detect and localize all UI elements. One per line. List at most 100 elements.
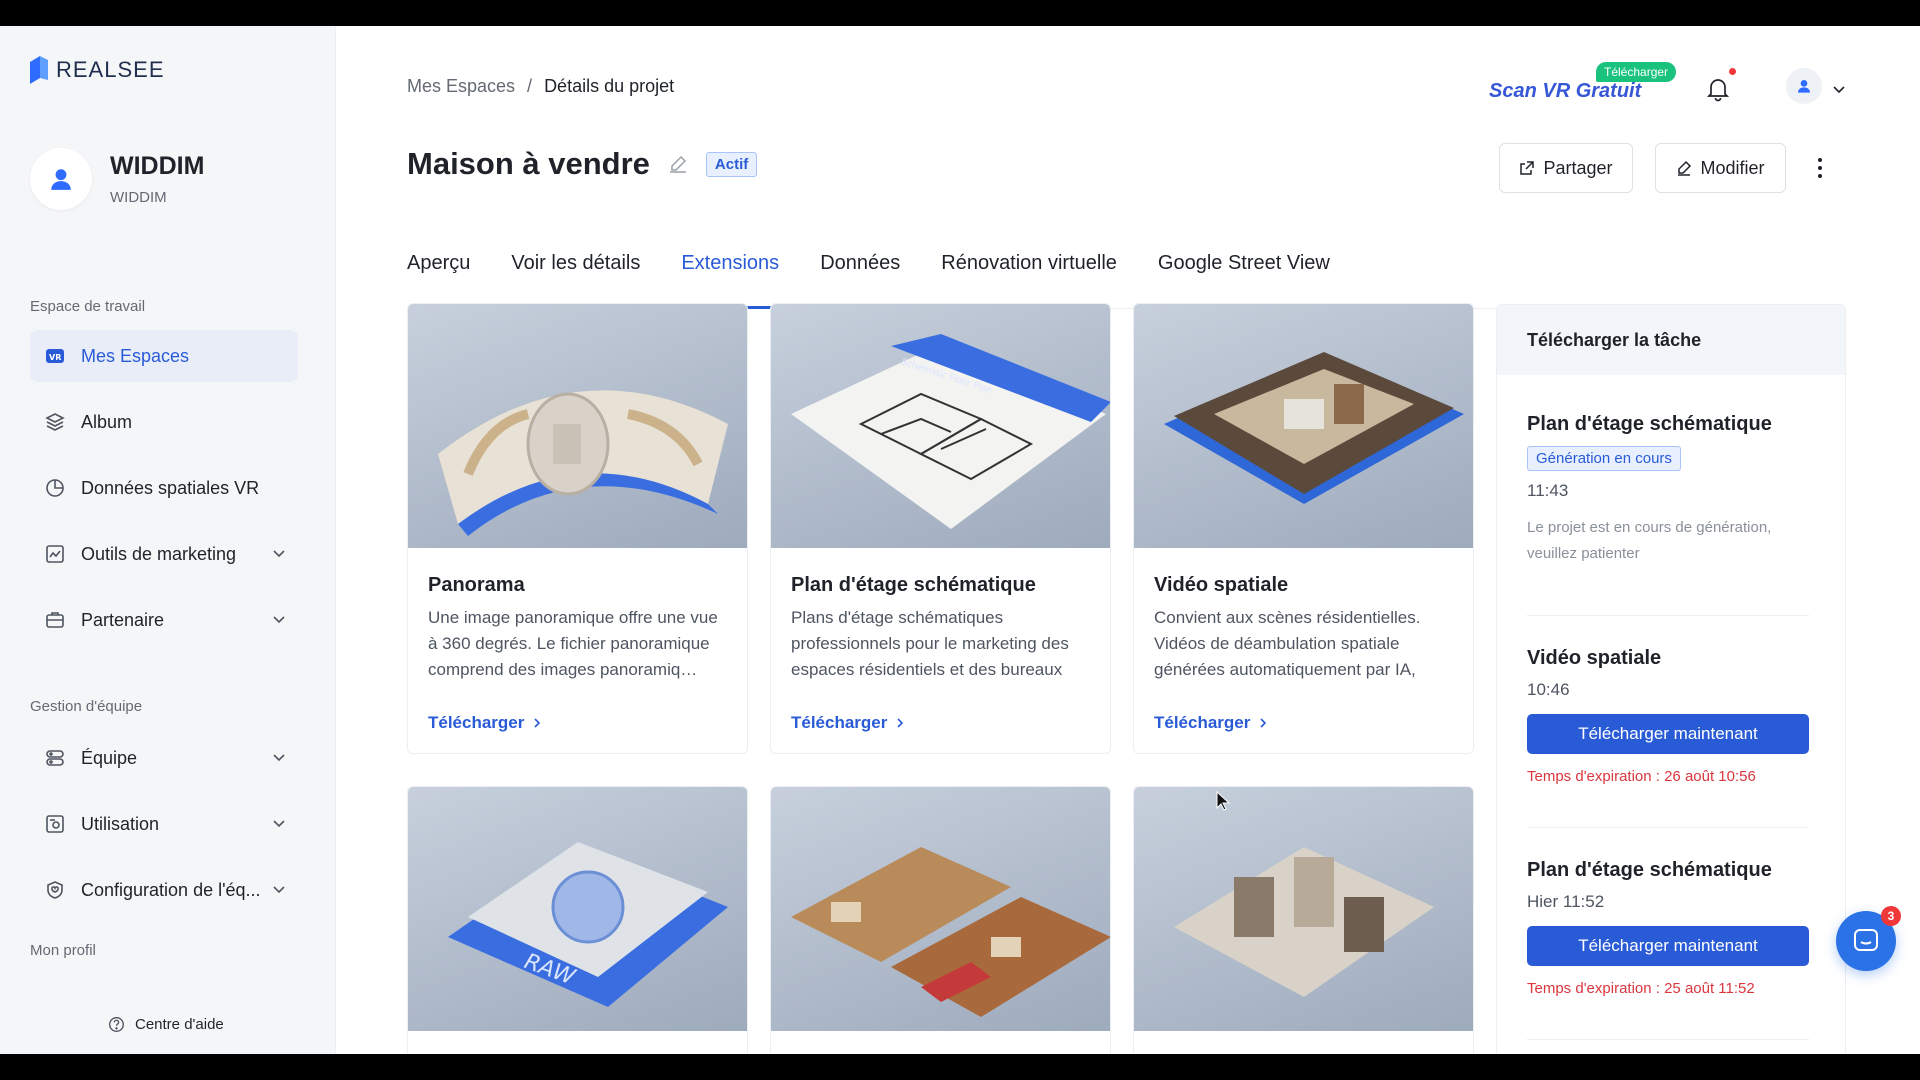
sidebar-item-mes-espaces[interactable]: VR Mes Espaces <box>30 330 298 382</box>
bell-icon[interactable] <box>1706 76 1730 102</box>
pie-chart-icon <box>46 479 64 497</box>
my-profile-section-label: Mon profil <box>30 942 96 959</box>
project-tabs: Aperçu Voir les détails Extensions Donné… <box>407 252 1846 309</box>
extension-card-3d-model <box>770 786 1111 1054</box>
extension-card-dollhouse <box>1133 786 1474 1054</box>
layers-icon <box>45 413 65 431</box>
chevron-down-icon <box>273 754 285 762</box>
divider <box>1527 1039 1809 1040</box>
download-link-label: Télécharger <box>428 713 525 732</box>
tab-voir-details[interactable]: Voir les détails <box>511 252 640 309</box>
divider <box>1527 827 1809 828</box>
task-status-badge: Génération en cours <box>1527 446 1681 471</box>
help-center-label: Centre d'aide <box>135 1016 224 1033</box>
scan-download-badge: Télécharger <box>1596 62 1677 82</box>
sidebar-item-configuration[interactable]: Configuration de l'éq... <box>30 864 298 916</box>
realsee-logo-icon <box>30 56 48 84</box>
panel-title: Télécharger la tâche <box>1497 305 1845 375</box>
dollhouse-illustration <box>1174 847 1434 997</box>
edit-label: Modifier <box>1700 157 1765 178</box>
breadcrumb-link-mes-espaces[interactable]: Mes Espaces <box>407 76 515 97</box>
extension-card-panorama: Panorama Une image panoramique offre une… <box>407 303 748 754</box>
user-avatar[interactable] <box>1786 68 1822 104</box>
sidebar-item-outils-marketing[interactable]: Outils de marketing <box>30 528 298 580</box>
dollhouse-thumbnail <box>1134 787 1473 1031</box>
edit-icon <box>1678 160 1692 176</box>
sidebar-item-album[interactable]: Album <box>30 396 298 448</box>
task-floor-plan-generating: Plan d'étage schématique Génération en c… <box>1527 413 1809 567</box>
breadcrumb-current: Détails du projet <box>544 76 675 96</box>
download-link[interactable]: Télécharger <box>428 713 727 733</box>
chevron-down-icon <box>273 820 285 828</box>
task-title: Vidéo spatiale <box>1527 647 1662 669</box>
task-time: 11:43 <box>1527 481 1569 500</box>
raw-thumbnail: RAW <box>408 787 747 1031</box>
user-icon <box>1798 80 1810 93</box>
breadcrumb-separator: / <box>527 76 533 96</box>
workspace-section-label: Espace de travail <box>30 298 146 315</box>
chevron-down-icon[interactable] <box>1832 82 1846 96</box>
task-spatial-video: Vidéo spatiale 10:46 Télécharger mainten… <box>1527 647 1809 785</box>
task-expiration: Temps d'expiration : 26 août 10:56 <box>1527 768 1756 785</box>
extension-card-floor-plan: Schematic Floor Plan Plan d'étage schéma… <box>770 303 1111 754</box>
brand-logo[interactable]: REALSEE <box>30 56 165 84</box>
card-title: Panorama <box>428 574 525 596</box>
share-button[interactable]: Partager <box>1499 143 1633 193</box>
status-badge: Actif <box>705 151 758 177</box>
share-icon <box>1520 161 1535 175</box>
sidebar-item-label: Données spatiales VR <box>81 477 260 498</box>
card-description: Plans d'étage schématiques professionnel… <box>791 608 1069 679</box>
panorama-thumbnail <box>408 304 747 548</box>
chevron-down-icon <box>273 616 285 624</box>
task-title: Plan d'étage schématique <box>1527 413 1772 435</box>
download-now-button[interactable]: Télécharger maintenant <box>1527 714 1809 754</box>
profile-subtitle: WIDDIM <box>110 189 167 206</box>
extension-card-raw: RAW <box>407 786 748 1054</box>
more-vertical-icon[interactable] <box>1816 156 1824 180</box>
panorama-illustration <box>438 390 728 536</box>
profile-name: WIDDIM <box>110 152 205 180</box>
download-link-label: Télécharger <box>1154 713 1251 732</box>
edit-button[interactable]: Modifier <box>1655 143 1786 193</box>
edit-pencil-icon[interactable] <box>668 154 688 174</box>
svg-text:VR: VR <box>49 353 61 362</box>
profile-card[interactable]: WIDDIM WIDDIM <box>30 148 204 210</box>
breadcrumb: Mes Espaces / Détails du projet <box>407 76 674 97</box>
card-description: Convient aux scènes résidentielles. Vidé… <box>1154 608 1421 679</box>
avatar <box>30 148 92 210</box>
sidebar-item-partenaire[interactable]: Partenaire <box>30 594 298 646</box>
sidebar: REALSEE WIDDIM WIDDIM Espace de travail … <box>0 26 336 1054</box>
3d-model-illustration <box>791 847 1110 1017</box>
download-link-label: Télécharger <box>791 713 888 732</box>
tab-donnees[interactable]: Données <box>820 252 900 309</box>
help-center-link[interactable]: Centre d'aide <box>108 1016 224 1033</box>
help-circle-icon <box>109 1017 124 1032</box>
task-note: Le projet est en cours de génération, ve… <box>1527 519 1772 562</box>
tab-apercu[interactable]: Aperçu <box>407 252 470 309</box>
tab-extensions[interactable]: Extensions <box>681 252 780 309</box>
chevron-right-icon <box>534 718 541 728</box>
sidebar-item-label: Équipe <box>81 747 138 768</box>
project-title-row: Maison à vendre Actif <box>407 146 758 182</box>
floor-plan-illustration: Schematic Floor Plan <box>791 334 1110 529</box>
share-label: Partager <box>1543 157 1613 178</box>
download-link[interactable]: Télécharger <box>791 713 1090 733</box>
team-section-label: Gestion d'équipe <box>30 698 143 715</box>
team-icon <box>46 750 64 766</box>
tab-renovation-virtuelle[interactable]: Rénovation virtuelle <box>941 252 1117 309</box>
usage-icon <box>46 815 64 833</box>
scan-vr-link[interactable]: Scan VR Gratuit <box>1489 80 1641 103</box>
tab-google-street-view[interactable]: Google Street View <box>1158 252 1330 309</box>
task-title: Plan d'étage schématique <box>1527 859 1772 881</box>
vr-icon: VR <box>46 349 64 363</box>
download-now-button[interactable]: Télécharger maintenant <box>1527 926 1809 966</box>
sidebar-item-label: Configuration de l'éq... <box>81 879 261 900</box>
task-time: 10:46 <box>1527 680 1570 699</box>
download-link[interactable]: Télécharger <box>1154 713 1453 733</box>
sidebar-item-equipe[interactable]: Équipe <box>30 732 298 784</box>
3d-model-thumbnail <box>771 787 1110 1031</box>
app-window: REALSEE WIDDIM WIDDIM Espace de travail … <box>0 26 1920 1054</box>
sidebar-item-utilisation[interactable]: Utilisation <box>30 798 298 850</box>
sidebar-item-label: Utilisation <box>81 813 160 834</box>
sidebar-item-donnees-spatiales[interactable]: Données spatiales VR <box>30 462 298 514</box>
